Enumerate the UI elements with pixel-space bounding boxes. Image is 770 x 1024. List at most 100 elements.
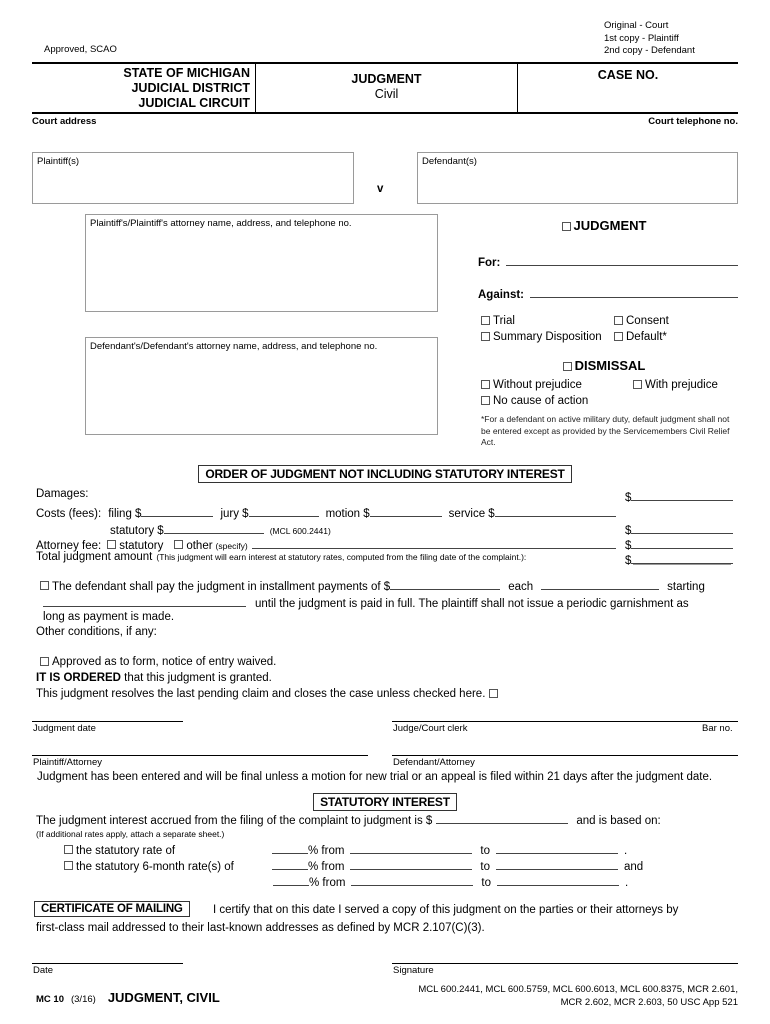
it-is-ordered-rest: that this judgment is granted. bbox=[120, 672, 272, 684]
default-checkbox[interactable] bbox=[614, 332, 623, 341]
total-judgment-amount-input[interactable] bbox=[631, 551, 733, 564]
without-prejudice-checkbox[interactable] bbox=[481, 380, 490, 389]
it-is-ordered-row: IT IS ORDERED that this judgment is gran… bbox=[36, 672, 272, 684]
option-without-prejudice[interactable]: Without prejudice bbox=[481, 377, 633, 393]
attorney-fee-other-checkbox[interactable] bbox=[174, 540, 184, 549]
extra-rate-from-input[interactable] bbox=[351, 873, 474, 886]
bar-no-label: Bar no. bbox=[702, 723, 733, 734]
statutory-rate-checkbox[interactable] bbox=[64, 845, 73, 854]
copy-distribution-line-1: 1st copy - Plaintiff bbox=[604, 32, 679, 44]
form-subtitle: Civil bbox=[374, 87, 399, 101]
installment-frequency-input[interactable] bbox=[541, 577, 660, 590]
copy-distribution-line-2: 2nd copy - Defendant bbox=[604, 45, 695, 56]
installment-text-2: until the judgment is paid in full. The … bbox=[255, 598, 689, 610]
judgment-checkbox[interactable] bbox=[561, 222, 571, 231]
for-input-line[interactable] bbox=[506, 253, 738, 266]
judgment-date-label: Judgment date bbox=[33, 723, 96, 734]
dismissal-checkbox[interactable] bbox=[562, 362, 572, 371]
plaintiff-box[interactable]: Plaintiff(s) bbox=[32, 152, 354, 204]
costs-motion-input[interactable] bbox=[369, 504, 442, 517]
summary-disposition-label: Summary Disposition bbox=[493, 331, 602, 343]
extra-rate-to-label: to bbox=[481, 877, 492, 889]
approved-as-to-form-label: Approved as to form, notice of entry wai… bbox=[52, 656, 277, 668]
form-name: JUDGMENT, CIVIL bbox=[107, 990, 220, 1005]
option-no-cause-of-action[interactable]: No cause of action bbox=[481, 393, 738, 409]
approved-as-to-form-row[interactable]: Approved as to form, notice of entry wai… bbox=[40, 656, 276, 668]
plaintiff-attorney-rule bbox=[32, 755, 368, 756]
costs-service-input[interactable] bbox=[494, 504, 616, 517]
plaintiff-attorney-label: Plaintiff's/Plaintiff's attorney name, a… bbox=[90, 218, 352, 229]
option-summary-disposition[interactable]: Summary Disposition bbox=[481, 329, 614, 345]
damages-amount-input[interactable] bbox=[631, 488, 733, 501]
court-telephone-label: Court telephone no. bbox=[648, 116, 738, 127]
costs-amount-row: $ bbox=[625, 521, 733, 537]
defendant-box[interactable]: Defendant(s) bbox=[417, 152, 738, 204]
total-judgment-label: Total judgment amount bbox=[36, 551, 153, 563]
extra-rate-pct-input[interactable] bbox=[273, 873, 309, 886]
court-identity-cell: STATE OF MICHIGAN JUDICIAL DISTRICT JUDI… bbox=[32, 64, 256, 112]
six-month-rate-pct-input[interactable] bbox=[272, 857, 308, 870]
resolves-claim-checkbox[interactable] bbox=[489, 689, 499, 698]
statutory-rate-label: the statutory rate of bbox=[76, 845, 176, 857]
judgment-date-rule bbox=[32, 721, 183, 722]
costs-filing-label: filing $ bbox=[108, 508, 142, 520]
no-cause-of-action-checkbox[interactable] bbox=[481, 396, 490, 405]
attorney-fee-statutory-checkbox[interactable] bbox=[107, 540, 117, 549]
statutory-rate-from-input[interactable] bbox=[350, 841, 473, 854]
six-month-rate-from-input[interactable] bbox=[350, 857, 473, 870]
six-month-rate-label: the statutory 6-month rate(s) of bbox=[76, 861, 234, 873]
installment-start-date-input[interactable] bbox=[43, 594, 246, 607]
installment-text-3: long as payment is made. bbox=[43, 611, 175, 623]
defendant-attorney-rule bbox=[392, 755, 738, 756]
six-month-rate-checkbox[interactable] bbox=[64, 861, 73, 870]
attorney-fee-row: Attorney fee: statutory other (specify) bbox=[36, 536, 616, 552]
other-conditions-input[interactable] bbox=[36, 641, 736, 655]
it-is-ordered-label: IT IS ORDERED bbox=[36, 672, 121, 684]
summary-disposition-checkbox[interactable] bbox=[481, 332, 490, 341]
costs-amount-input[interactable] bbox=[631, 521, 733, 534]
against-input-line[interactable] bbox=[530, 285, 738, 298]
six-month-rate-to-input[interactable] bbox=[496, 857, 619, 870]
case-number-cell[interactable]: CASE NO. bbox=[518, 64, 738, 112]
costs-statutory-input[interactable] bbox=[163, 521, 264, 534]
attorney-fee-amount-input[interactable] bbox=[631, 536, 733, 549]
option-default[interactable]: Default* bbox=[614, 329, 667, 345]
statutory-rate-to-input[interactable] bbox=[496, 841, 619, 854]
option-with-prejudice[interactable]: With prejudice bbox=[633, 377, 718, 393]
statutory-rate-row-2: % from to . bbox=[64, 873, 736, 889]
statutory-rate-pct-input[interactable] bbox=[272, 841, 308, 854]
approved-scao-label: Approved, SCAO bbox=[44, 44, 117, 55]
option-consent[interactable]: Consent bbox=[614, 313, 669, 329]
installment-row-1: The defendant shall pay the judgment in … bbox=[40, 577, 738, 593]
versus-label: v bbox=[377, 183, 384, 195]
interest-accrued-input[interactable] bbox=[436, 811, 569, 824]
plaintiff-label: Plaintiff(s) bbox=[37, 156, 80, 167]
costs-service-label: service $ bbox=[448, 508, 495, 520]
mc10-judgment-civil-form: Original - Court 1st copy - Plaintiff 2n… bbox=[0, 0, 770, 1024]
case-no-label: CASE NO. bbox=[597, 68, 659, 82]
costs-filing-input[interactable] bbox=[141, 504, 214, 517]
extra-rate-suffix: . bbox=[625, 877, 629, 889]
costs-jury-input[interactable] bbox=[248, 504, 319, 517]
defendant-attorney-box[interactable]: Defendant's/Defendant's attorney name, a… bbox=[85, 337, 438, 435]
costs-statutory-row: statutory $ (MCL 600.2441) bbox=[110, 521, 410, 537]
trial-checkbox[interactable] bbox=[481, 316, 490, 325]
state-of-michigan-label: STATE OF MICHIGAN bbox=[123, 66, 250, 80]
with-prejudice-checkbox[interactable] bbox=[633, 380, 642, 389]
option-trial[interactable]: Trial bbox=[481, 313, 614, 329]
installment-text-1: The defendant shall pay the judgment in … bbox=[52, 581, 391, 593]
installment-amount-input[interactable] bbox=[390, 577, 501, 590]
legal-citations-line-1: MCL 600.2441, MCL 600.5759, MCL 600.6013… bbox=[418, 984, 738, 995]
installment-checkbox[interactable] bbox=[40, 581, 49, 590]
plaintiff-attorney-box[interactable]: Plaintiff's/Plaintiff's attorney name, a… bbox=[85, 214, 438, 312]
without-prejudice-label: Without prejudice bbox=[493, 379, 582, 391]
attorney-fee-amount-row: $ bbox=[625, 536, 733, 552]
approved-as-to-form-checkbox[interactable] bbox=[40, 657, 49, 666]
attorney-fee-other-input[interactable] bbox=[251, 536, 616, 549]
for-label: For: bbox=[478, 257, 501, 269]
consent-checkbox[interactable] bbox=[614, 316, 623, 325]
certificate-signature-label: Signature bbox=[393, 965, 434, 976]
extra-rate-to-input[interactable] bbox=[497, 873, 620, 886]
attorney-fee-specify-hint: (specify) bbox=[215, 541, 248, 551]
order-banner-wrap: ORDER OF JUDGMENT NOT INCLUDING STATUTOR… bbox=[32, 465, 738, 483]
